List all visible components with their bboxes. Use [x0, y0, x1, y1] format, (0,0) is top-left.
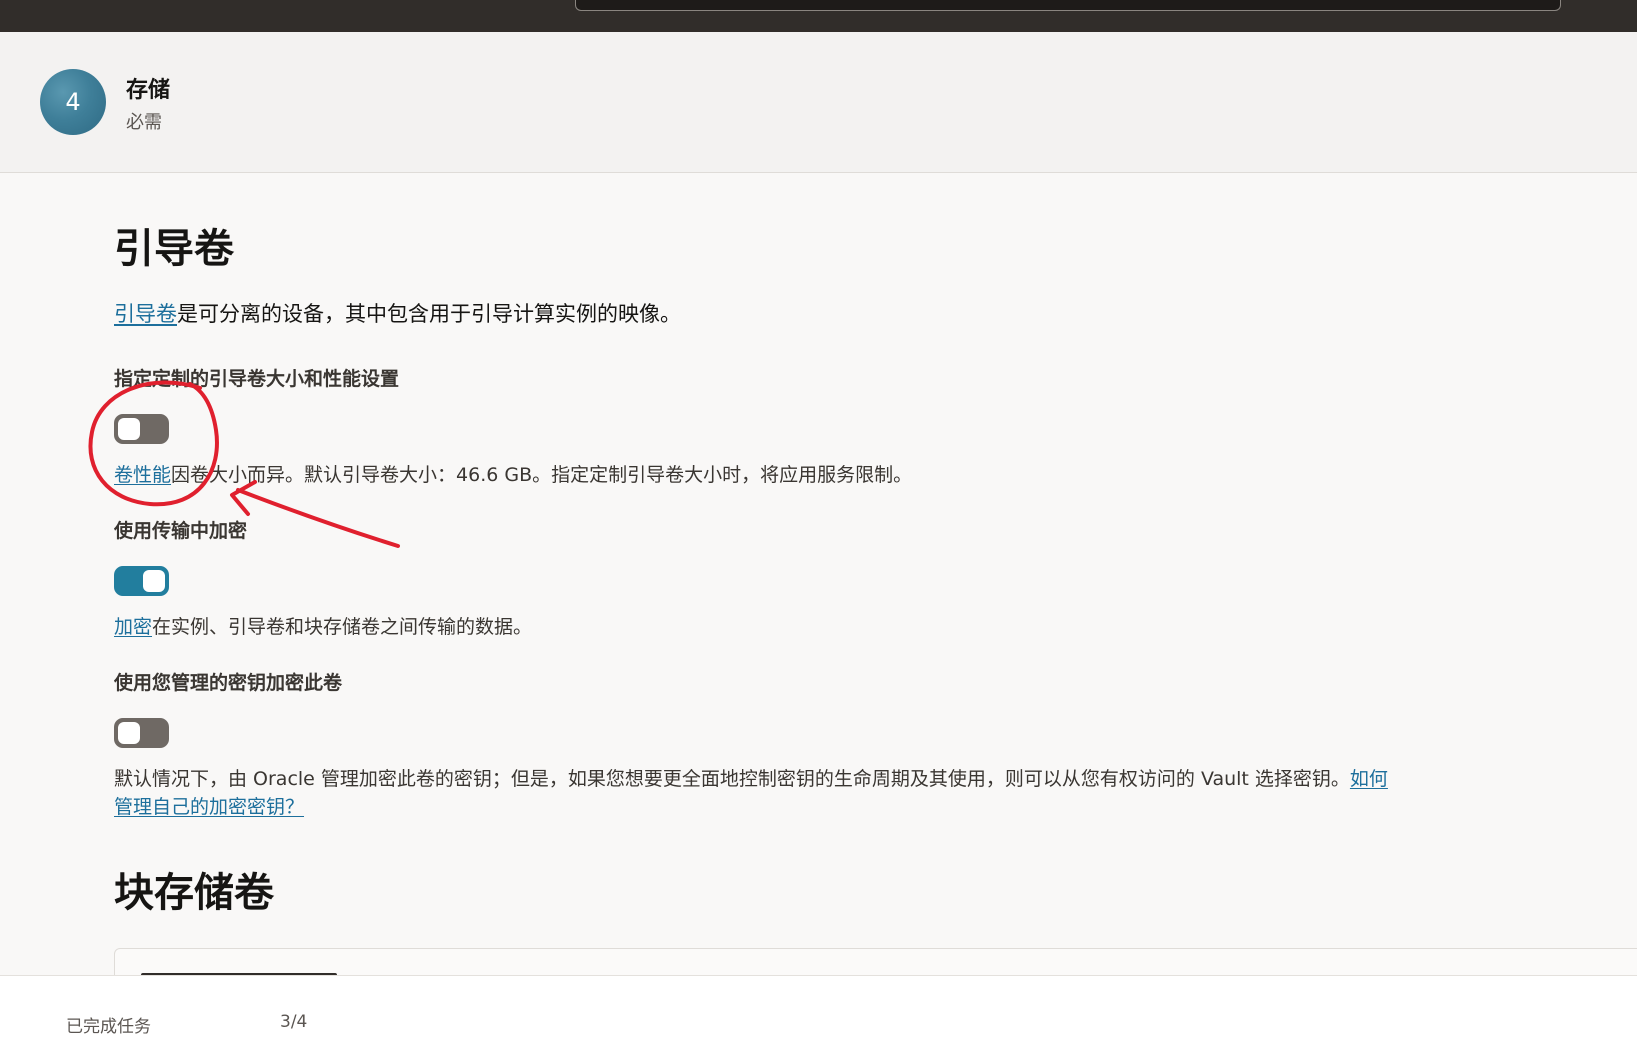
- top-bar: [0, 0, 1637, 32]
- step-header: 4 存储 必需: [0, 32, 1637, 173]
- encryption-link[interactable]: 加密: [114, 616, 152, 638]
- boot-volume-link[interactable]: 引导卷: [114, 302, 177, 326]
- step-required-label: 必需: [126, 112, 162, 133]
- boot-volume-intro: 引导卷是可分离的设备，其中包含用于引导计算实例的映像。: [114, 298, 681, 328]
- toggle-knob: [143, 570, 165, 592]
- own-key-toggle[interactable]: [114, 718, 169, 748]
- volume-performance-link[interactable]: 卷性能: [114, 464, 171, 486]
- own-key-help-text: 默认情况下，由 Oracle 管理加密此卷的密钥；但是，如果您想要更全面地控制密…: [114, 768, 1350, 790]
- toggle-knob: [118, 722, 140, 744]
- custom-size-help: 卷性能因卷大小而异。默认引导卷大小：46.6 GB。指定定制引导卷大小时，将应用…: [114, 460, 912, 487]
- custom-size-help-text: 因卷大小而异。默认引导卷大小：46.6 GB。指定定制引导卷大小时，将应用服务限…: [171, 464, 913, 486]
- how-to-link-part1[interactable]: 如何: [1350, 768, 1388, 790]
- block-volume-heading: 块存储卷: [114, 870, 274, 916]
- storage-content: 引导卷 引导卷是可分离的设备，其中包含用于引导计算实例的映像。 指定定制的引导卷…: [0, 174, 1637, 1008]
- own-key-label: 使用您管理的密钥加密此卷: [114, 672, 343, 694]
- boot-volume-intro-text: 是可分离的设备，其中包含用于引导计算实例的映像。: [177, 302, 681, 326]
- in-transit-label: 使用传输中加密: [114, 520, 248, 542]
- in-transit-help-text: 在实例、引导卷和块存储卷之间传输的数据。: [152, 616, 533, 638]
- boot-volume-heading: 引导卷: [114, 226, 234, 272]
- in-transit-encryption-toggle[interactable]: [114, 566, 169, 596]
- in-transit-help: 加密在实例、引导卷和块存储卷之间传输的数据。: [114, 612, 532, 639]
- footer-bar: 已完成任务 3/4: [0, 975, 1637, 1046]
- completed-tasks-count: 3/4: [280, 1012, 308, 1032]
- own-key-help: 默认情况下，由 Oracle 管理加密此卷的密钥；但是，如果您想要更全面地控制密…: [114, 764, 1388, 791]
- own-key-help-line2: 管理自己的加密密钥？: [114, 792, 304, 819]
- top-search-bar[interactable]: [575, 0, 1561, 11]
- completed-tasks-label: 已完成任务: [66, 1017, 151, 1037]
- manage-keys-link[interactable]: 管理自己的加密密钥？: [114, 796, 304, 818]
- step-title: 存储: [126, 78, 171, 103]
- custom-size-toggle[interactable]: [114, 414, 169, 444]
- custom-size-label: 指定定制的引导卷大小和性能设置: [114, 368, 400, 390]
- toggle-knob: [118, 418, 140, 440]
- step-number-badge: 4: [40, 69, 106, 135]
